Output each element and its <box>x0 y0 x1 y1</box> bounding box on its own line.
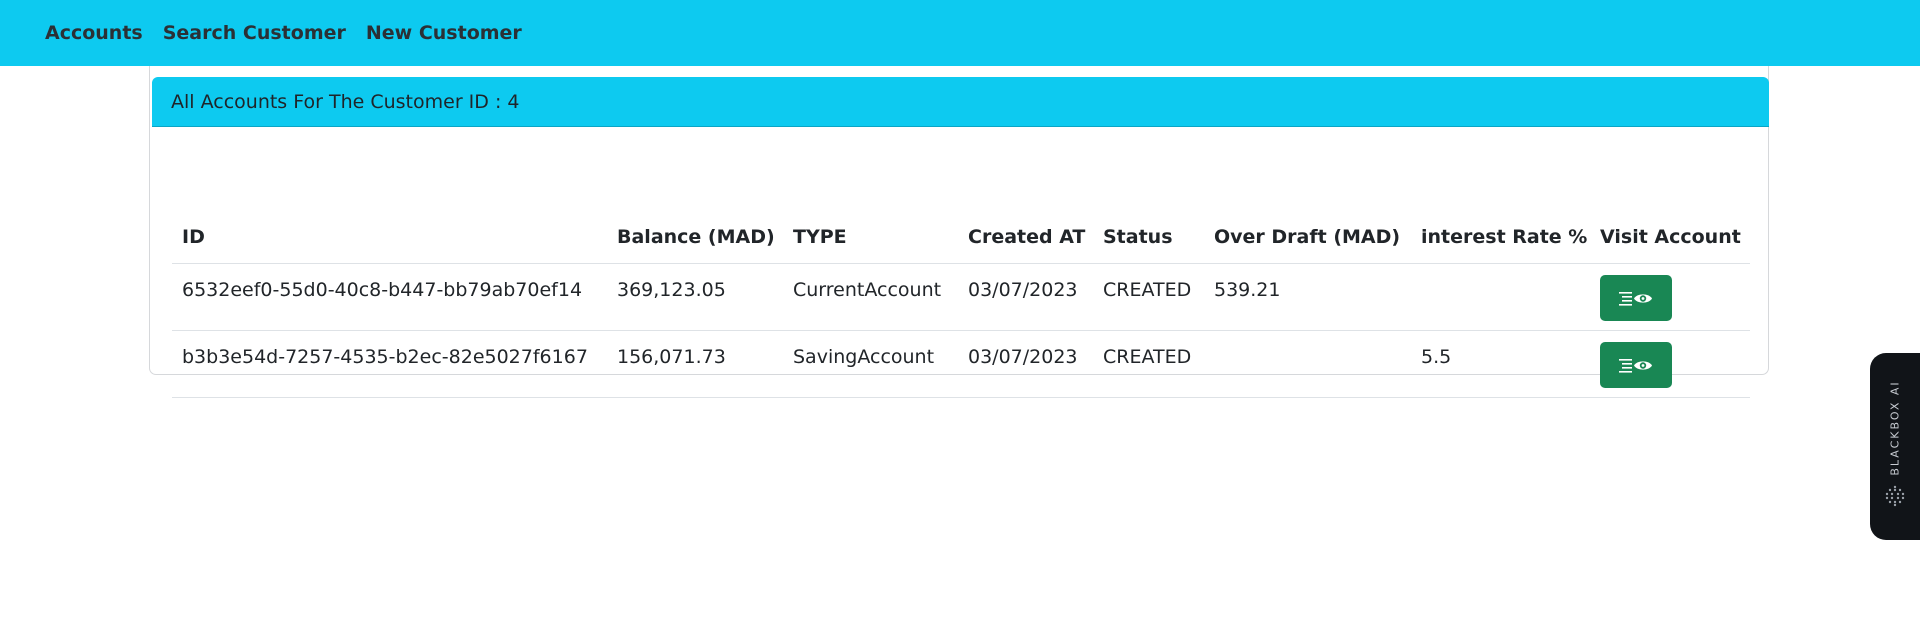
accounts-card-header: All Accounts For The Customer ID : 4 <box>152 77 1769 127</box>
col-header-balance: Balance (MAD) <box>607 211 783 264</box>
accounts-card: All Accounts For The Customer ID : 4 ID … <box>149 66 1769 398</box>
visit-account-button[interactable] <box>1600 342 1672 388</box>
cell-id: b3b3e54d-7257-4535-b2ec-82e5027f6167 <box>172 330 607 398</box>
col-header-type: TYPE <box>783 211 958 264</box>
col-header-interest-rate: interest Rate % <box>1411 211 1590 264</box>
card-title: All Accounts For The Customer ID : 4 <box>171 90 520 113</box>
col-header-visit-account: Visit Account <box>1590 211 1750 264</box>
top-navbar: Accounts Search Customer New Customer <box>0 0 1920 66</box>
cell-type: CurrentAccount <box>783 263 958 331</box>
cell-created-at: 03/07/2023 <box>958 330 1093 398</box>
col-header-created-at: Created AT <box>958 211 1093 264</box>
table-row: b3b3e54d-7257-4535-b2ec-82e5027f6167 156… <box>172 330 1750 398</box>
list-eye-icon <box>1619 292 1652 306</box>
table-row: 6532eef0-55d0-40c8-b447-bb79ab70ef14 369… <box>172 263 1750 331</box>
cell-visit-account <box>1590 330 1750 398</box>
col-header-id: ID <box>172 211 607 264</box>
side-widget-label: BLACKBOX AI <box>1888 380 1902 476</box>
cell-status: CREATED <box>1093 263 1204 331</box>
nav-new-customer-link[interactable]: New Customer <box>366 22 522 44</box>
cell-status: CREATED <box>1093 330 1204 398</box>
col-header-status: Status <box>1093 211 1204 264</box>
dot-grid-logo-icon <box>1885 485 1905 507</box>
blackbox-ai-side-widget[interactable]: BLACKBOX AI <box>1870 353 1920 540</box>
cell-created-at: 03/07/2023 <box>958 263 1093 331</box>
nav-search-customer-link[interactable]: Search Customer <box>163 22 346 44</box>
cell-interest-rate <box>1411 263 1590 331</box>
accounts-table: ID Balance (MAD) TYPE Created AT Status … <box>172 211 1750 398</box>
cell-balance: 369,123.05 <box>607 263 783 331</box>
col-header-over-draft: Over Draft (MAD) <box>1204 211 1411 264</box>
visit-account-button[interactable] <box>1600 275 1672 321</box>
list-eye-icon <box>1619 359 1652 373</box>
cell-type: SavingAccount <box>783 330 958 398</box>
cell-interest-rate: 5.5 <box>1411 330 1590 398</box>
cell-over-draft <box>1204 330 1411 398</box>
cell-id: 6532eef0-55d0-40c8-b447-bb79ab70ef14 <box>172 263 607 331</box>
table-header-row: ID Balance (MAD) TYPE Created AT Status … <box>172 211 1750 264</box>
nav-accounts-link[interactable]: Accounts <box>45 22 143 44</box>
cell-over-draft: 539.21 <box>1204 263 1411 331</box>
cell-visit-account <box>1590 263 1750 331</box>
cell-balance: 156,071.73 <box>607 330 783 398</box>
